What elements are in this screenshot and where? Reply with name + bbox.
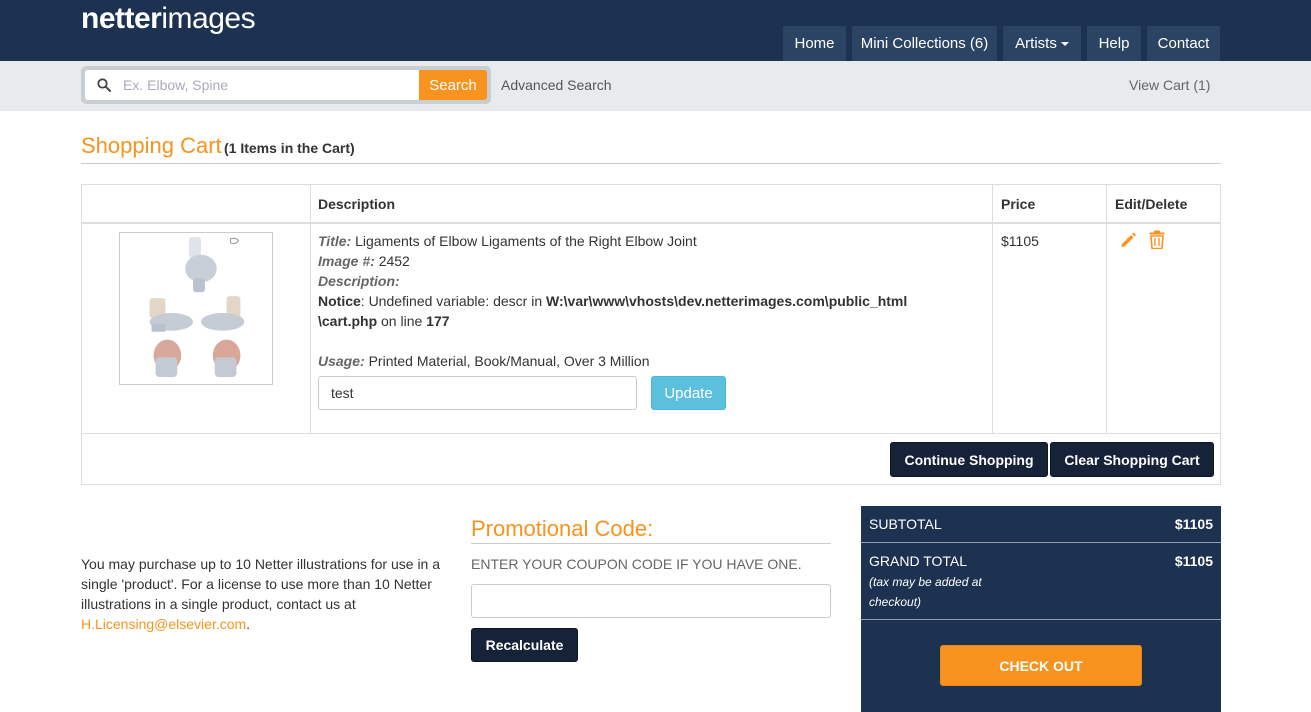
- checkout-button[interactable]: CHECK OUT: [940, 645, 1142, 686]
- item-thumbnail-image[interactable]: [119, 232, 273, 385]
- advanced-search-link[interactable]: Advanced Search: [501, 77, 612, 93]
- grand-total-value: $1105: [1174, 553, 1213, 569]
- column-header-description: Description: [318, 196, 396, 212]
- totals-divider: [861, 619, 1221, 620]
- coupon-code-input[interactable]: [471, 584, 831, 618]
- item-title: Title: Ligaments of Elbow Ligaments of t…: [318, 233, 697, 249]
- order-totals: SUBTOTAL $1105 GRAND TOTAL $1105 (tax ma…: [861, 506, 1221, 712]
- promo-divider: [471, 543, 831, 544]
- top-header: netterimages Home Mini Collections (6) A…: [0, 0, 1311, 61]
- caret-down-icon: [1060, 42, 1069, 47]
- search-icon: [97, 78, 111, 92]
- search-button[interactable]: Search: [419, 70, 487, 100]
- promo-title: Promotional Code:: [471, 516, 654, 541]
- cart-count: (1 Items in the Cart): [224, 140, 355, 156]
- licensing-email-link[interactable]: H.Licensing@elsevier.com: [81, 616, 246, 632]
- item-image-number: Image #: 2452: [318, 253, 410, 269]
- update-button[interactable]: Update: [651, 376, 726, 410]
- row-divider: [82, 433, 1220, 434]
- nav-contact[interactable]: Contact: [1147, 26, 1220, 61]
- nav-artists[interactable]: Artists: [1003, 26, 1081, 61]
- nav-home[interactable]: Home: [783, 26, 846, 61]
- subtotal-value: $1105: [1174, 516, 1213, 532]
- cart-table: Description Price Edit/Delete Title: Lig…: [81, 184, 1221, 485]
- continue-shopping-button[interactable]: Continue Shopping: [890, 442, 1048, 477]
- item-price: $1105: [1001, 233, 1039, 249]
- pencil-icon[interactable]: [1119, 231, 1137, 249]
- title-divider: [81, 163, 1221, 164]
- license-info: You may purchase up to 10 Netter illustr…: [81, 556, 441, 632]
- search-input[interactable]: [123, 70, 413, 100]
- search-box: [85, 70, 419, 100]
- search-bar: Search Advanced Search View Cart (1): [0, 61, 1311, 111]
- view-cart-link[interactable]: View Cart (1): [1129, 77, 1210, 93]
- grand-total-label: GRAND TOTAL: [869, 553, 968, 569]
- item-note-input[interactable]: [318, 376, 637, 410]
- item-description: Description:: [318, 273, 400, 289]
- column-header-price: Price: [1001, 196, 1036, 212]
- php-notice: Notice: Undefined variable: descr in W:\…: [318, 293, 908, 329]
- promo-subtitle: ENTER YOUR COUPON CODE IF YOU HAVE ONE.: [471, 556, 802, 572]
- netter-images-logo[interactable]: netterimages: [81, 2, 256, 36]
- nav-mini-collections[interactable]: Mini Collections (6): [852, 26, 997, 61]
- subtotal-label: SUBTOTAL: [869, 516, 942, 532]
- header-divider: [82, 222, 1220, 224]
- nav-help[interactable]: Help: [1087, 26, 1141, 61]
- column-header-edit-delete: Edit/Delete: [1115, 196, 1188, 212]
- recalculate-button[interactable]: Recalculate: [471, 628, 578, 662]
- tax-note: (tax may be added at checkout): [869, 575, 982, 609]
- totals-divider: [861, 542, 1221, 543]
- page-title: Shopping Cart: [81, 133, 222, 158]
- search-form: Search: [81, 66, 491, 104]
- item-usage: Usage: Printed Material, Book/Manual, Ov…: [318, 353, 650, 369]
- clear-cart-button[interactable]: Clear Shopping Cart: [1050, 442, 1214, 477]
- trash-icon[interactable]: [1149, 230, 1165, 249]
